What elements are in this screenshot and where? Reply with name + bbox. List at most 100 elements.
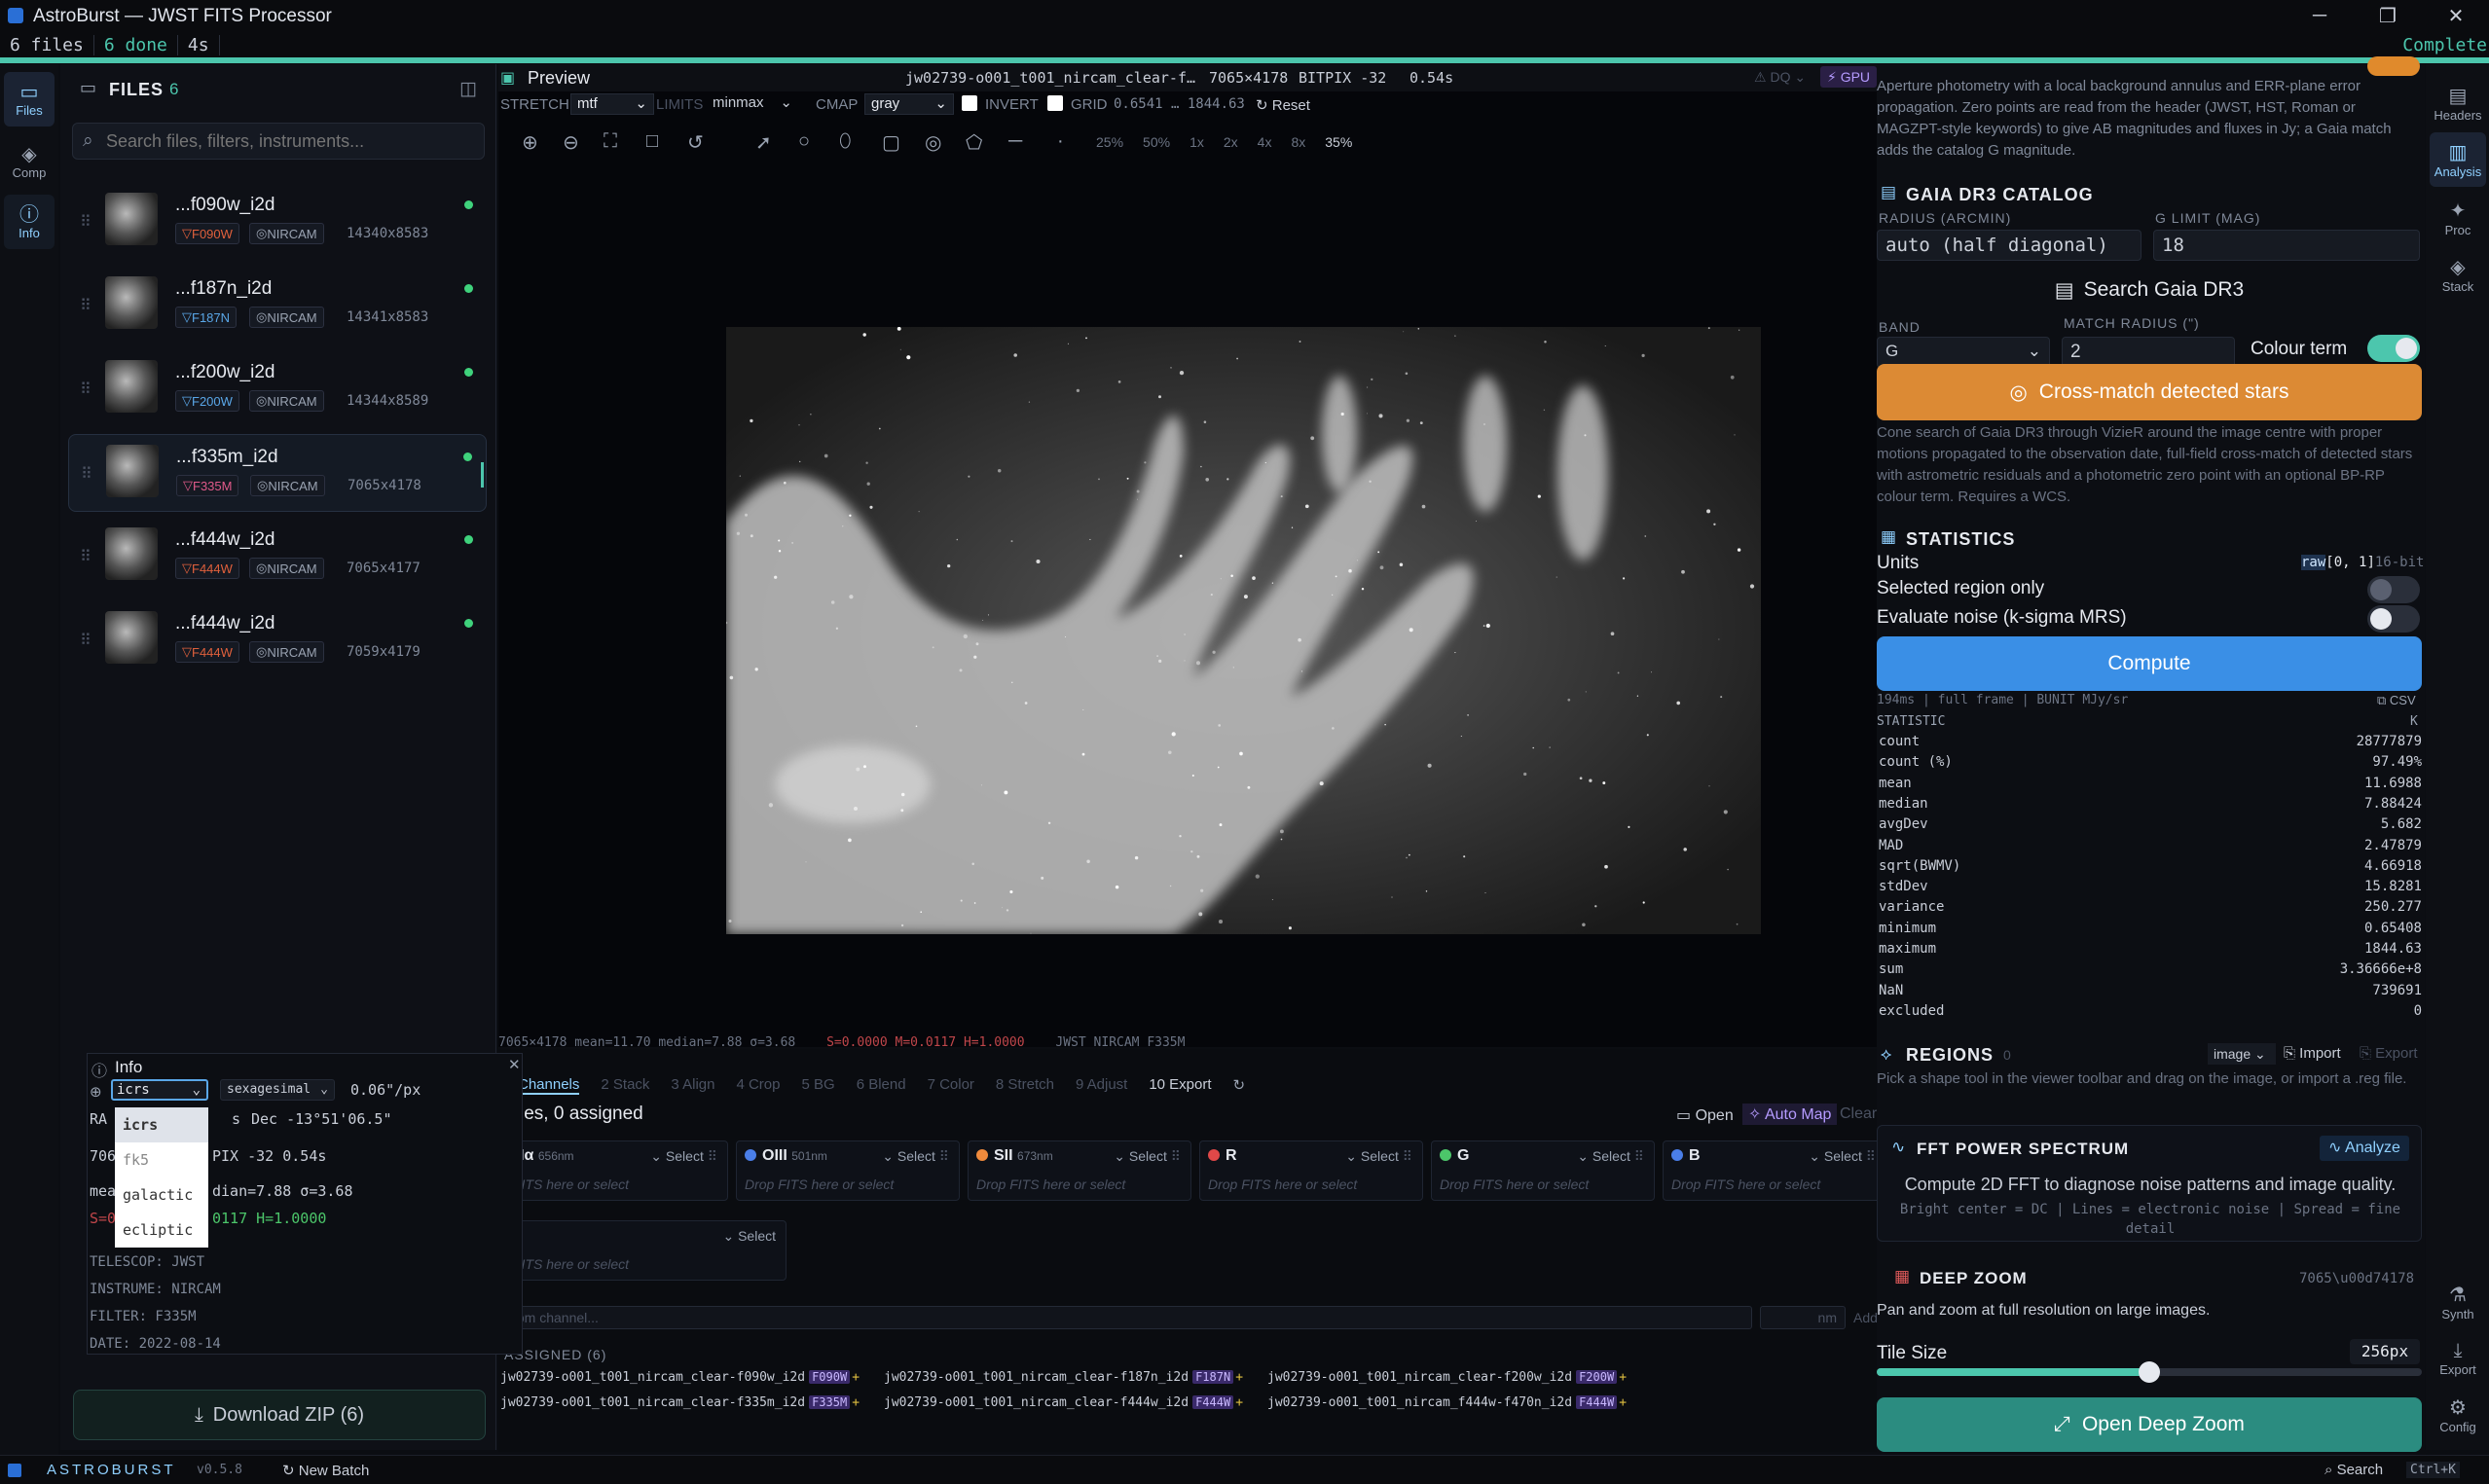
radius-input[interactable]: auto (half diagonal) — [1877, 230, 2141, 261]
region-only-toggle[interactable] — [2367, 576, 2420, 603]
tab-crop[interactable]: 4 Crop — [736, 1076, 780, 1095]
frame-select[interactable]: icrs ⌄ — [111, 1079, 208, 1101]
pointer-icon[interactable]: ➚ — [755, 130, 772, 155]
rail-analysis-button[interactable]: ▥ Analysis — [2430, 132, 2486, 187]
crop-icon[interactable]: □ — [646, 130, 658, 153]
select-button[interactable]: ⌄ Select ⠿ — [1809, 1148, 1876, 1165]
photometry-toggle[interactable] — [2367, 56, 2420, 76]
tab-adjust[interactable]: 9 Adjust — [1076, 1076, 1127, 1095]
new-batch-button[interactable]: ↻ New Batch — [282, 1462, 369, 1479]
file-item[interactable]: ⠿ ...f444w_i2d ▽ F444W ◎ NIRCAM 7065x4177 — [68, 518, 487, 596]
frame-option-icrs[interactable]: icrs — [115, 1107, 208, 1142]
tab-export[interactable]: 10 Export — [1149, 1076, 1211, 1095]
rect-tool-icon[interactable]: ▢ — [882, 130, 900, 155]
unassigned-file[interactable]: jw02739-o001_t001_nircam_clear-f187n_i2d… — [884, 1370, 1243, 1385]
point-tool-icon[interactable]: · — [1057, 130, 1064, 153]
glimit-input[interactable]: 18 — [2153, 230, 2420, 261]
rail-synth-button[interactable]: ⚗ Synth — [2430, 1275, 2486, 1329]
zoom-1x[interactable]: 1x — [1190, 134, 1204, 150]
export-button[interactable]: ⎘ Export — [2360, 1045, 2418, 1062]
close-button[interactable]: ✕ — [2427, 0, 2485, 32]
channel-slot[interactable]: R ⌄ Select ⠿ Drop FITS here or select — [1199, 1140, 1423, 1201]
drag-handle-icon[interactable]: ⠿ — [80, 212, 92, 232]
cross-match-button[interactable]: ◎ Cross-match detected stars — [1877, 364, 2422, 420]
select-button[interactable]: ⌄ Select — [722, 1228, 776, 1245]
tile-size-handle[interactable] — [2139, 1361, 2160, 1383]
colour-term-toggle[interactable] — [2367, 335, 2420, 362]
file-item[interactable]: ⠿ ...f335m_i2d ▽ F335M ◎ NIRCAM 7065x4178 — [68, 434, 487, 512]
zoom-2x[interactable]: 2x — [1224, 134, 1238, 150]
rail-proc-button[interactable]: ✦ Proc — [2430, 191, 2486, 245]
unassigned-file[interactable]: jw02739-o001_t001_nircam_clear-f200w_i2d… — [1267, 1370, 1627, 1385]
plus-icon[interactable]: + — [852, 1395, 860, 1410]
drag-handle-icon[interactable]: ⠿ — [81, 464, 92, 484]
tab-align[interactable]: 3 Align — [671, 1076, 714, 1095]
stretch-select[interactable]: mtf ⌄ — [570, 93, 654, 115]
channel-slot[interactable]: OIII 501nm ⌄ Select ⠿ Drop FITS here or se… — [736, 1140, 960, 1201]
rail-comp-button[interactable]: ◈ Comp — [4, 134, 55, 189]
tile-size-slider[interactable] — [1877, 1361, 2422, 1383]
file-search-input[interactable] — [106, 127, 476, 155]
polygon-tool-icon[interactable]: ⬠ — [966, 130, 982, 155]
collapse-panel-icon[interactable]: ◫ — [459, 78, 477, 100]
rail-headers-button[interactable]: ▤ Headers — [2430, 76, 2486, 130]
open-button[interactable]: ▭ Open — [1676, 1105, 1734, 1125]
zoom-in-icon[interactable]: ⊕ — [522, 130, 538, 155]
close-icon[interactable]: ✕ — [508, 1056, 521, 1073]
rail-stack-button[interactable]: ◈ Stack — [2430, 247, 2486, 302]
zoom-4x[interactable]: 4x — [1258, 134, 1272, 150]
cmap-select[interactable]: gray ⌄ — [864, 93, 954, 115]
frame-option-galactic[interactable]: galactic — [115, 1177, 208, 1213]
refresh-icon[interactable]: ↻ — [1233, 1076, 1246, 1095]
custom-channel-slot[interactable]: . ⌄ Select FITS here or select — [504, 1220, 787, 1281]
rail-files-button[interactable]: ▭ Files — [4, 72, 55, 127]
zoom-25[interactable]: 25% — [1096, 134, 1123, 150]
csv-button[interactable]: ⧉ CSV — [2377, 693, 2416, 708]
plus-icon[interactable]: + — [1619, 1395, 1627, 1410]
rail-info-button[interactable]: ⓘ Info — [4, 195, 55, 249]
auto-map-button[interactable]: ✧ Auto Map — [1742, 1104, 1838, 1125]
frame-option-fk5[interactable]: fk5 — [115, 1142, 208, 1177]
invert-checkbox[interactable] — [962, 95, 977, 111]
drag-handle-icon[interactable]: ⠿ — [80, 547, 92, 566]
reset-button[interactable]: ↻ Reset — [1256, 96, 1310, 114]
nm-input[interactable]: nm — [1760, 1306, 1846, 1329]
frame-option-ecliptic[interactable]: ecliptic — [115, 1213, 208, 1248]
select-button[interactable]: ⌄ Select ⠿ — [882, 1148, 949, 1165]
tab-color[interactable]: 7 Color — [928, 1076, 974, 1095]
region-coord-select[interactable]: image ⌄ — [2208, 1043, 2276, 1065]
file-item[interactable]: ⠿ ...f200w_i2d ▽ F200W ◎ NIRCAM 14344x8589 — [68, 350, 487, 428]
zoom-out-icon[interactable]: ⊖ — [563, 130, 579, 155]
download-zip-button[interactable]: ⤓ Download ZIP (6) — [73, 1390, 486, 1440]
grid-checkbox[interactable] — [1047, 95, 1063, 111]
fit-icon[interactable]: ⛶ — [604, 130, 617, 153]
channel-slot[interactable]: Hα 656nm ⌄ Select ⠿ FITS here or select — [504, 1140, 728, 1201]
clear-button[interactable]: Clear — [1840, 1105, 1877, 1123]
search-button[interactable]: ⌕ Search — [2324, 1462, 2383, 1478]
plus-icon[interactable]: + — [1619, 1370, 1627, 1385]
drag-handle-icon[interactable]: ⠿ — [80, 380, 92, 399]
select-button[interactable]: ⌄ Select ⠿ — [1345, 1148, 1412, 1165]
unassigned-file[interactable]: jw02739-o001_t001_nircam_f444w-f470n_i2d… — [1267, 1395, 1627, 1410]
rotate-icon[interactable]: ↺ — [687, 130, 704, 155]
search-gaia-button[interactable]: ▤ Search Gaia DR3 — [1877, 271, 2422, 309]
add-channel-button[interactable]: Add — [1853, 1310, 1878, 1325]
plus-icon[interactable]: + — [852, 1370, 860, 1385]
ellipse-tool-icon[interactable]: ⬯ — [839, 130, 852, 153]
minimize-button[interactable]: ─ — [2290, 0, 2349, 32]
tab-bg[interactable]: 5 BG — [802, 1076, 835, 1095]
drag-handle-icon[interactable]: ⠿ — [80, 296, 92, 315]
select-button[interactable]: ⌄ Select ⠿ — [650, 1148, 717, 1165]
zoom-50[interactable]: 50% — [1143, 134, 1170, 150]
drag-handle-icon[interactable]: ⠿ — [80, 631, 92, 650]
plus-icon[interactable]: + — [1235, 1370, 1243, 1385]
unassigned-file[interactable]: jw02739-o001_t001_nircam_clear-f444w_i2d… — [884, 1395, 1243, 1410]
select-button[interactable]: ⌄ Select ⠿ — [1114, 1148, 1181, 1165]
rail-export-button[interactable]: ⤓ Export — [2430, 1331, 2486, 1386]
dq-toggle[interactable]: ⚠ DQ ⌄ — [1754, 69, 1806, 86]
tab-stretch[interactable]: 8 Stretch — [996, 1076, 1054, 1095]
compute-button[interactable]: Compute — [1877, 636, 2422, 691]
import-button[interactable]: ⎘ Import — [2284, 1045, 2341, 1062]
maximize-button[interactable]: ❐ — [2359, 0, 2417, 32]
channel-slot[interactable]: B ⌄ Select ⠿ Drop FITS here or select — [1663, 1140, 1886, 1201]
